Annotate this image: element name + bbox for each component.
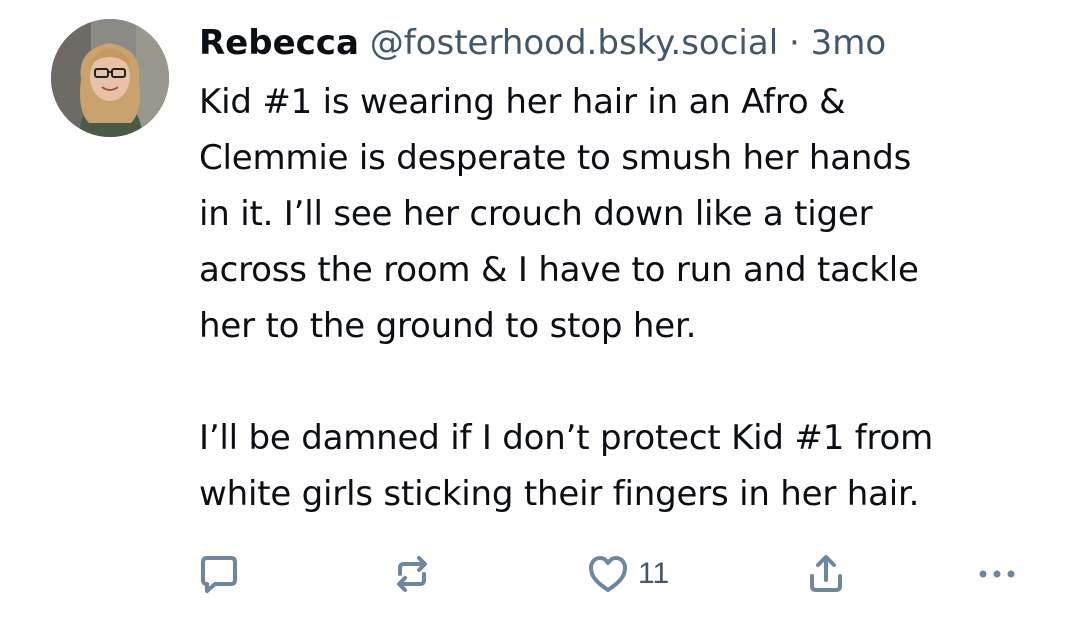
- post-content: Rebecca @fosterhood.bsky.social · 3mo Ki…: [199, 18, 1059, 522]
- more-options-icon: [979, 570, 1015, 578]
- reply-button[interactable]: [193, 548, 241, 600]
- share-button[interactable]: [802, 548, 850, 600]
- heart-icon: [589, 556, 627, 592]
- avatar[interactable]: [51, 19, 169, 137]
- post-actions: 11: [193, 548, 1053, 600]
- more-options-button[interactable]: [973, 548, 1021, 600]
- author-display-name[interactable]: Rebecca: [199, 23, 359, 63]
- post: Rebecca @fosterhood.bsky.social · 3mo Ki…: [0, 0, 1080, 621]
- avatar-image: [51, 19, 169, 137]
- repost-button[interactable]: [388, 548, 436, 600]
- reply-icon: [201, 556, 237, 593]
- like-count: 11: [638, 557, 670, 590]
- post-header: Rebecca @fosterhood.bsky.social · 3mo: [199, 18, 1059, 68]
- post-timestamp[interactable]: 3mo: [811, 23, 887, 63]
- header-separator: ·: [788, 23, 800, 63]
- share-icon: [810, 555, 842, 592]
- author-handle[interactable]: @fosterhood.bsky.social: [370, 23, 778, 63]
- repost-icon: [397, 556, 427, 592]
- post-text: Kid #1 is wearing her hair in an Afro & …: [199, 82, 934, 514]
- like-button[interactable]: 11: [584, 548, 669, 600]
